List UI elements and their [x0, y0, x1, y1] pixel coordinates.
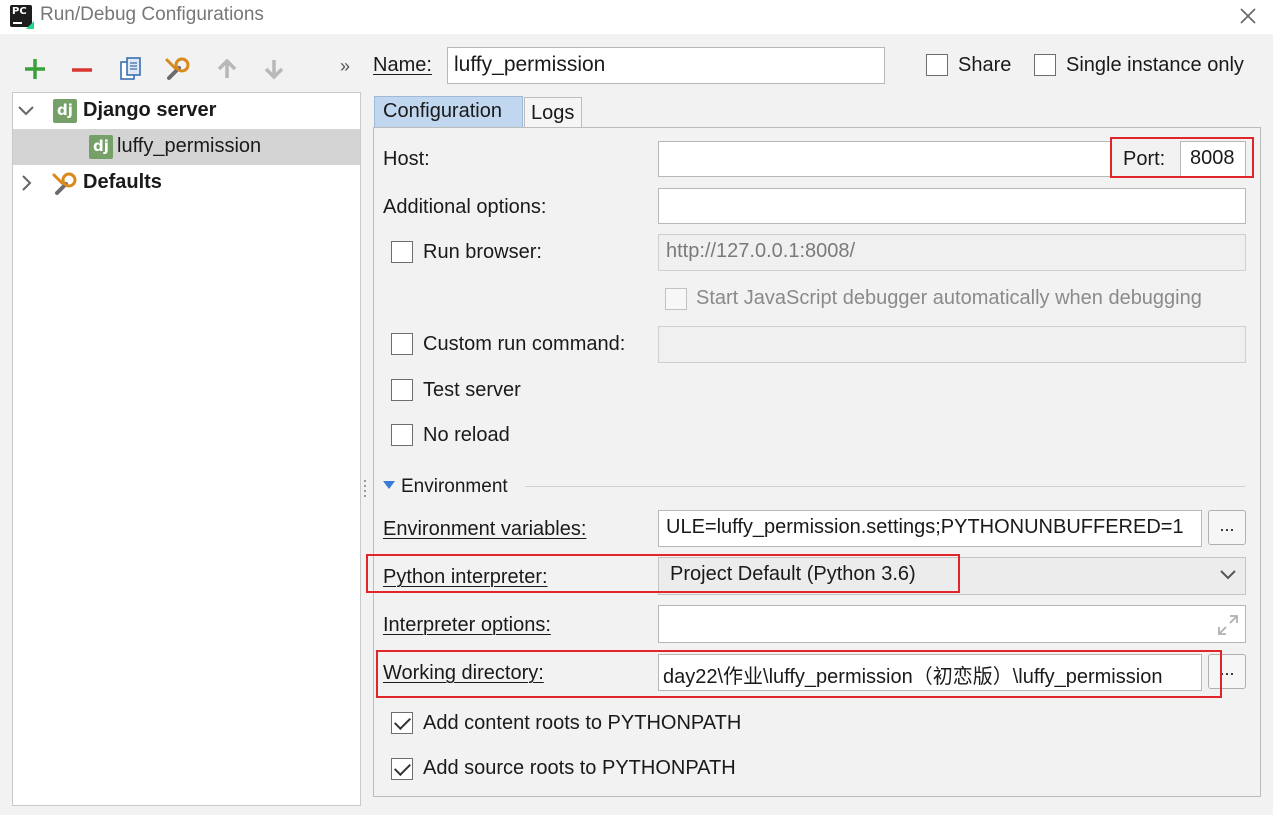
app-icon-text: PC	[12, 6, 27, 17]
environment-collapse-icon[interactable]	[383, 481, 395, 489]
port-input[interactable]: 8008	[1180, 141, 1246, 177]
interpreter-options-input[interactable]	[658, 605, 1246, 643]
tree-group-label: Django server	[83, 99, 217, 121]
name-input[interactable]: luffy_permission	[447, 47, 885, 84]
wrench-icon	[165, 57, 190, 80]
move-up-button[interactable]	[210, 52, 244, 86]
env-vars-label: Environment variables:	[383, 518, 587, 540]
chevron-down-icon[interactable]	[17, 103, 35, 119]
django-icon: dj	[53, 99, 77, 123]
test-server-label: Test server	[423, 379, 521, 401]
host-label: Host:	[383, 148, 430, 170]
expand-icon[interactable]	[1216, 613, 1240, 637]
custom-run-input[interactable]	[658, 326, 1246, 363]
tree-group-django-server[interactable]: dj Django server	[13, 93, 360, 129]
tree-group-defaults[interactable]: Defaults	[13, 165, 360, 201]
custom-run-checkbox[interactable]	[391, 333, 413, 355]
test-server-checkbox[interactable]	[391, 379, 413, 401]
env-vars-input[interactable]: ULE=luffy_permission.settings;PYTHONUNBU…	[658, 510, 1202, 547]
django-icon: dj	[89, 135, 113, 159]
environment-header[interactable]: Environment	[401, 476, 508, 498]
remove-button[interactable]	[65, 52, 99, 86]
share-checkbox[interactable]	[926, 54, 948, 76]
run-browser-label: Run browser:	[423, 241, 542, 263]
interpreter-options-label: Interpreter options:	[383, 614, 551, 636]
copy-icon	[120, 57, 141, 80]
configuration-panel	[373, 127, 1261, 797]
interpreter-select[interactable]: Project Default (Python 3.6)	[658, 557, 1246, 595]
port-label: Port:	[1123, 148, 1166, 170]
single-instance-label: Single instance only	[1066, 54, 1244, 76]
add-button[interactable]	[18, 52, 52, 86]
close-icon	[1240, 8, 1256, 24]
edit-defaults-button[interactable]	[161, 52, 195, 86]
tree-defaults-label: Defaults	[83, 171, 162, 193]
single-instance-checkbox[interactable]	[1034, 54, 1056, 76]
source-roots-label: Add source roots to PYTHONPATH	[423, 757, 736, 779]
working-dir-input[interactable]: day22\作业\luffy_permission（初恋版）\luffy_per…	[658, 654, 1202, 691]
run-browser-checkbox[interactable]	[391, 241, 413, 263]
custom-run-label: Custom run command:	[423, 333, 626, 355]
configuration-tree[interactable]: dj Django server dj luffy_permission Def…	[12, 92, 361, 806]
close-button[interactable]	[1234, 2, 1262, 30]
tree-item-label: luffy_permission	[117, 135, 262, 157]
environment-divider	[525, 486, 1245, 487]
remove-icon	[72, 68, 92, 72]
arrow-up-icon	[217, 58, 237, 78]
working-dir-browse-button[interactable]: ...	[1208, 654, 1246, 689]
wrench-icon	[52, 172, 77, 195]
chevron-right-icon[interactable]	[19, 174, 35, 192]
arrow-down-icon	[264, 60, 284, 80]
working-dir-label: Working directory:	[383, 662, 544, 684]
chevron-down-icon[interactable]	[1218, 567, 1238, 583]
js-debugger-label: Start JavaScript debugger automatically …	[696, 287, 1202, 309]
host-input[interactable]	[658, 141, 1112, 177]
no-reload-checkbox[interactable]	[391, 424, 413, 446]
js-debugger-checkbox[interactable]	[665, 288, 687, 310]
content-roots-checkbox[interactable]	[391, 712, 413, 734]
copy-button[interactable]	[113, 52, 147, 86]
tab-logs[interactable]: Logs	[524, 97, 582, 128]
source-roots-checkbox[interactable]	[391, 758, 413, 780]
additional-options-label: Additional options:	[383, 196, 547, 218]
tab-configuration[interactable]: Configuration	[374, 96, 523, 128]
tree-item-luffy-permission[interactable]: dj luffy_permission	[13, 129, 360, 165]
interpreter-label: Python interpreter:	[383, 566, 548, 588]
expand-panel-button[interactable]: »	[340, 56, 350, 77]
panel-splitter[interactable]	[362, 478, 368, 502]
run-browser-url-input[interactable]: http://127.0.0.1:8008/	[658, 234, 1246, 271]
share-label: Share	[958, 54, 1012, 76]
no-reload-label: No reload	[423, 424, 510, 446]
pycharm-app-icon: PC	[10, 5, 34, 29]
env-vars-browse-button[interactable]: ...	[1208, 510, 1246, 545]
move-down-button[interactable]	[257, 52, 291, 86]
name-label: Name:	[373, 54, 432, 76]
add-icon	[25, 59, 45, 79]
window-title: Run/Debug Configurations	[40, 4, 264, 25]
content-roots-label: Add content roots to PYTHONPATH	[423, 712, 742, 734]
additional-options-input[interactable]	[658, 188, 1246, 224]
